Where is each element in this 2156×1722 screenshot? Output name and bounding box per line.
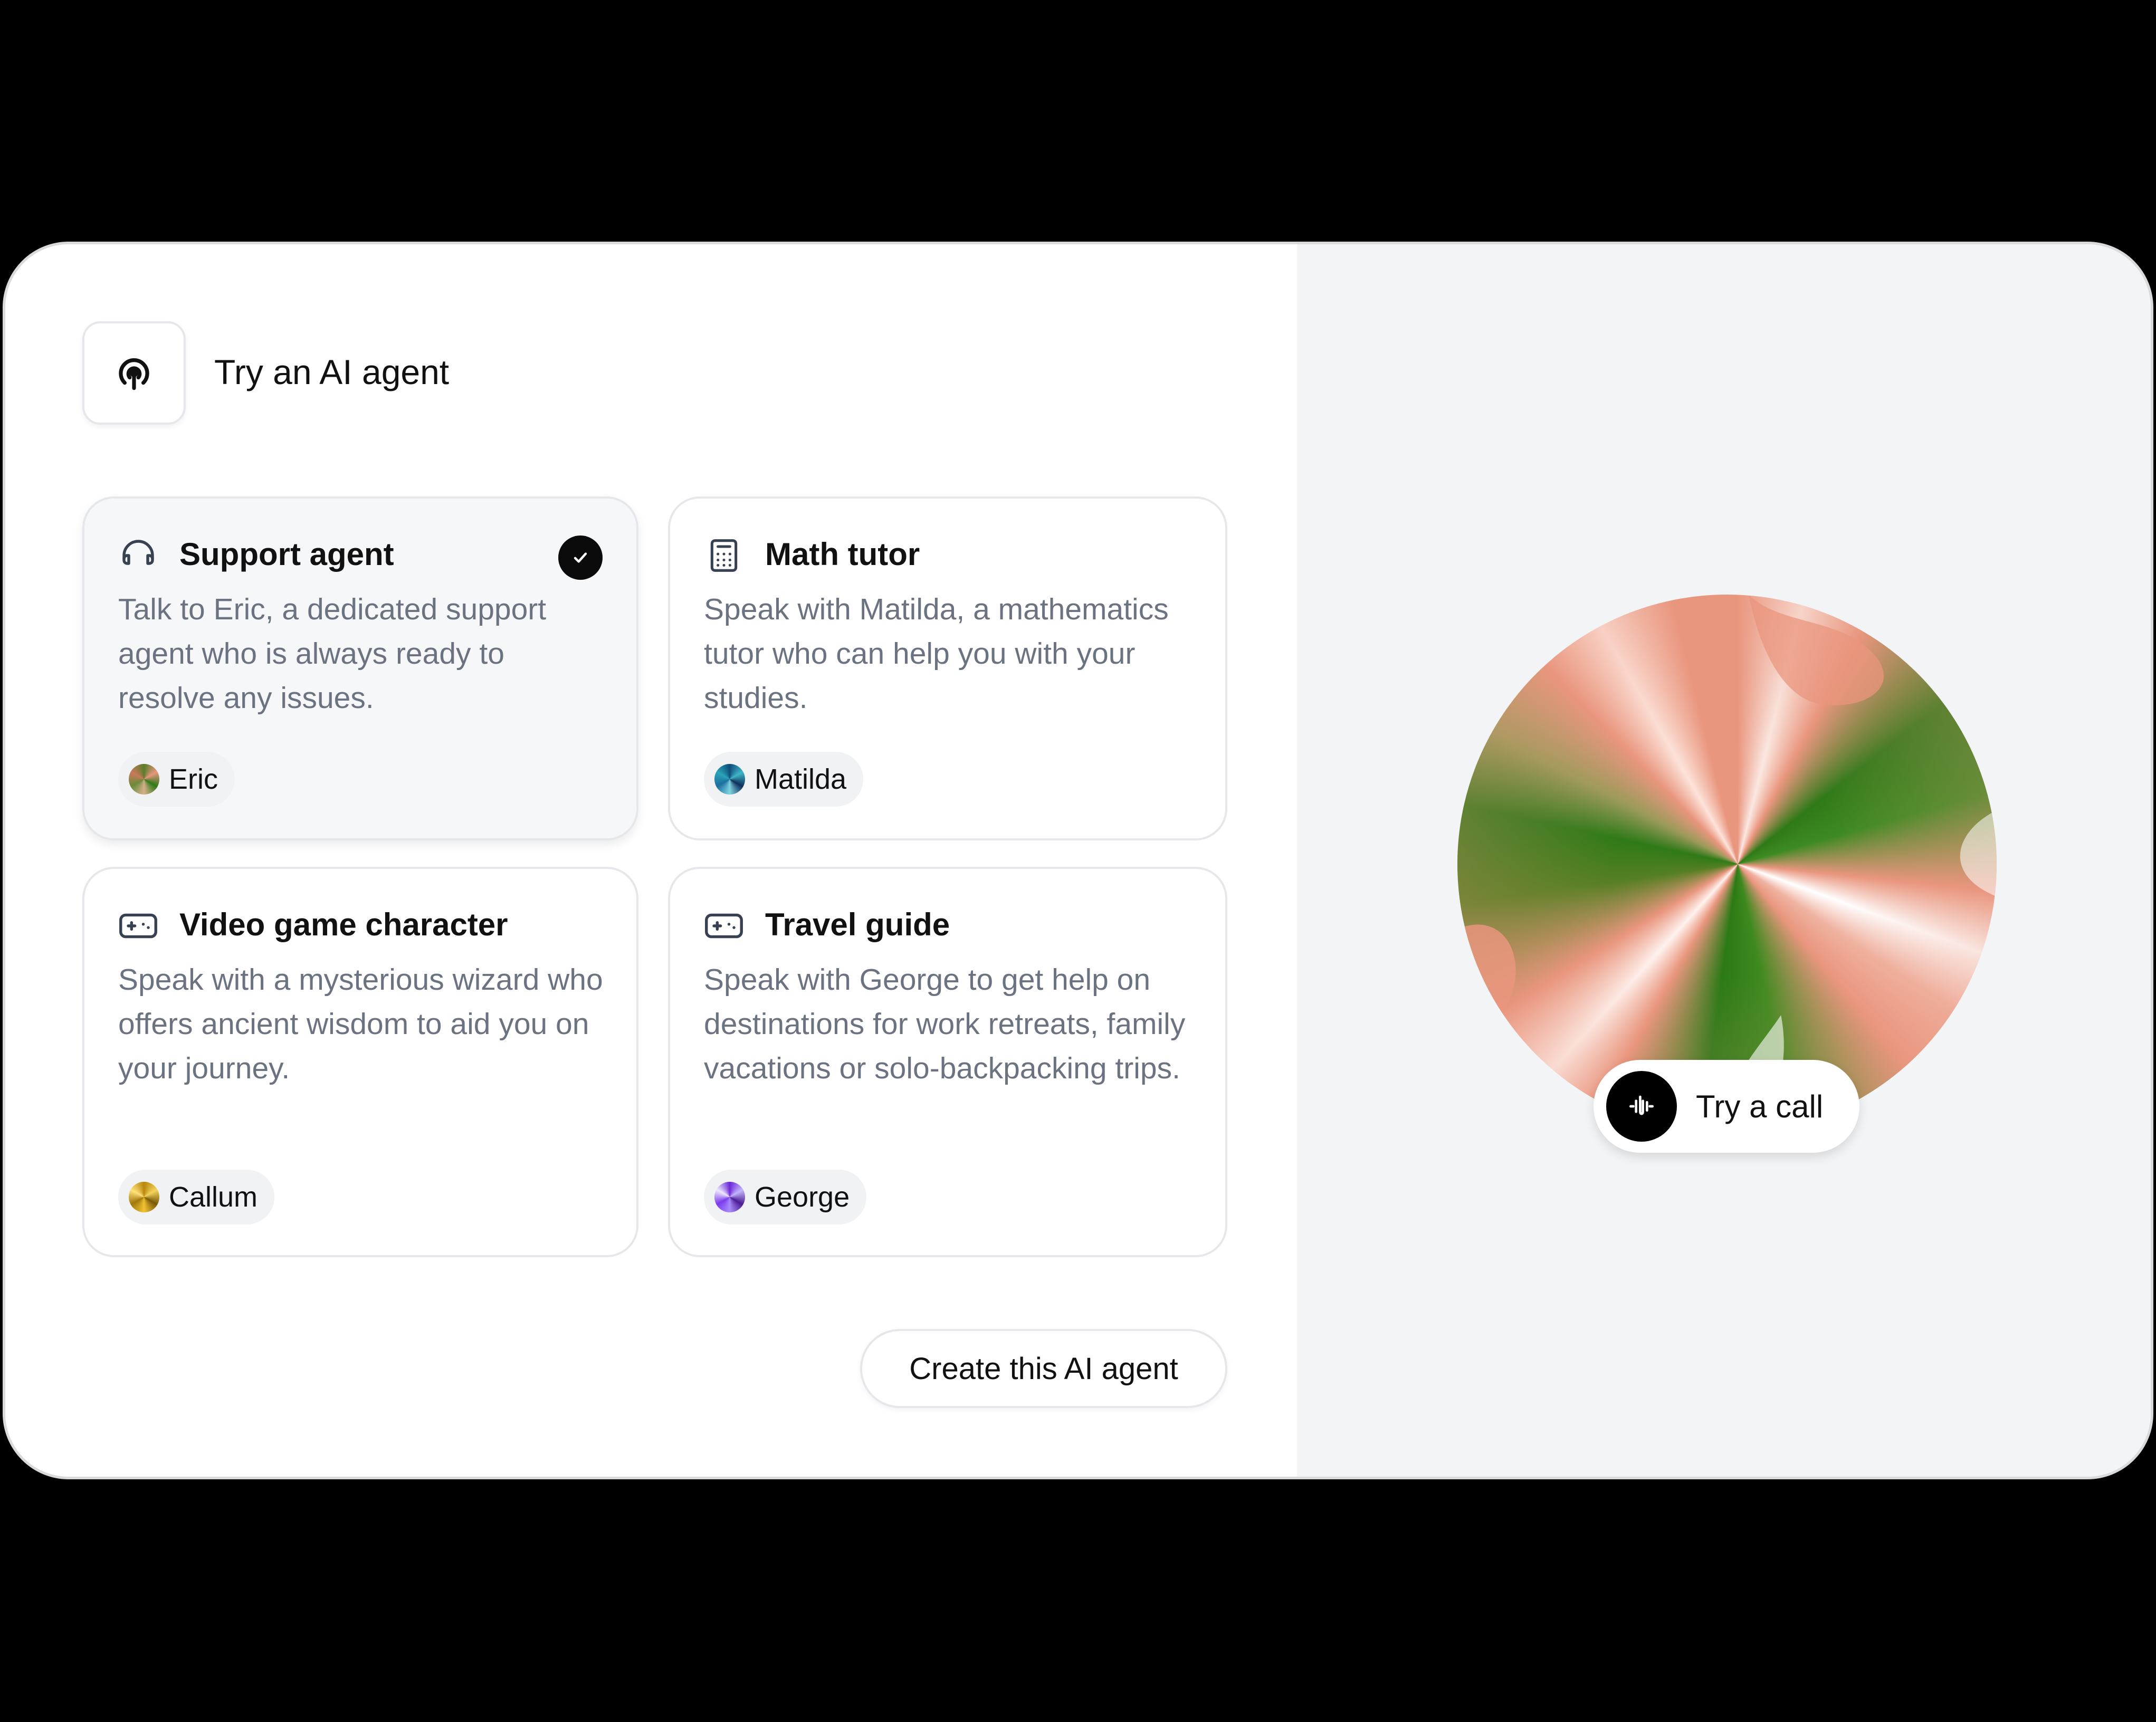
agent-card-title: Support agent bbox=[179, 537, 394, 572]
voice-name: Eric bbox=[169, 763, 218, 795]
voice-chip: George bbox=[704, 1170, 867, 1224]
agent-card-title: Video game character bbox=[179, 907, 508, 942]
agent-card-description: Speak with Matilda, a mathematics tutor … bbox=[704, 592, 1169, 715]
agent-card-description: Speak with a mysterious wizard who offer… bbox=[118, 963, 603, 1085]
voice-chip: Callum bbox=[118, 1170, 275, 1224]
page-title: Try an AI agent bbox=[214, 352, 450, 391]
calculator-icon bbox=[704, 535, 744, 576]
create-agent-button[interactable]: Create this AI agent bbox=[860, 1329, 1227, 1408]
orb-texture bbox=[1457, 595, 1997, 1134]
voice-name: Callum bbox=[169, 1181, 258, 1213]
gamepad-icon bbox=[118, 906, 158, 946]
voice-name: Matilda bbox=[755, 763, 847, 795]
agent-card-support[interactable]: Support agent Talk to Eric, a dedicated … bbox=[82, 496, 638, 840]
header-icon-box bbox=[82, 321, 186, 425]
headphones-icon bbox=[118, 535, 158, 576]
agent-card-math-tutor[interactable]: Math tutor Speak with Matilda, a mathema… bbox=[668, 496, 1227, 840]
voice-avatar-icon bbox=[714, 764, 745, 795]
try-call-button[interactable]: Try a call bbox=[1594, 1060, 1859, 1153]
agent-card-description: Speak with George to get help on destina… bbox=[704, 963, 1186, 1085]
agent-card-title: Math tutor bbox=[765, 537, 920, 572]
agent-card-travel-guide[interactable]: Travel guide Speak with George to get he… bbox=[668, 867, 1227, 1257]
voice-orb bbox=[1457, 595, 1997, 1134]
try-call-label: Try a call bbox=[1696, 1088, 1824, 1124]
podcast-broadcast-icon bbox=[119, 358, 149, 390]
agent-card-video-game-character[interactable]: Video game character Speak with a myster… bbox=[82, 867, 638, 1257]
agent-card-title: Travel guide bbox=[765, 907, 950, 942]
waveform-icon bbox=[1606, 1071, 1677, 1142]
voice-avatar-icon bbox=[129, 764, 159, 795]
agent-card-description: Talk to Eric, a dedicated support agent … bbox=[118, 592, 547, 715]
selected-check-icon bbox=[558, 535, 603, 580]
voice-avatar-icon bbox=[714, 1182, 745, 1212]
voice-chip: Eric bbox=[118, 752, 235, 807]
voice-chip: Matilda bbox=[704, 752, 864, 807]
agent-panel: Try an AI agent Support agent Talk to Er… bbox=[3, 242, 2153, 1479]
voice-avatar-icon bbox=[129, 1182, 159, 1212]
voice-name: George bbox=[755, 1181, 850, 1213]
gamepad-icon bbox=[704, 906, 744, 946]
